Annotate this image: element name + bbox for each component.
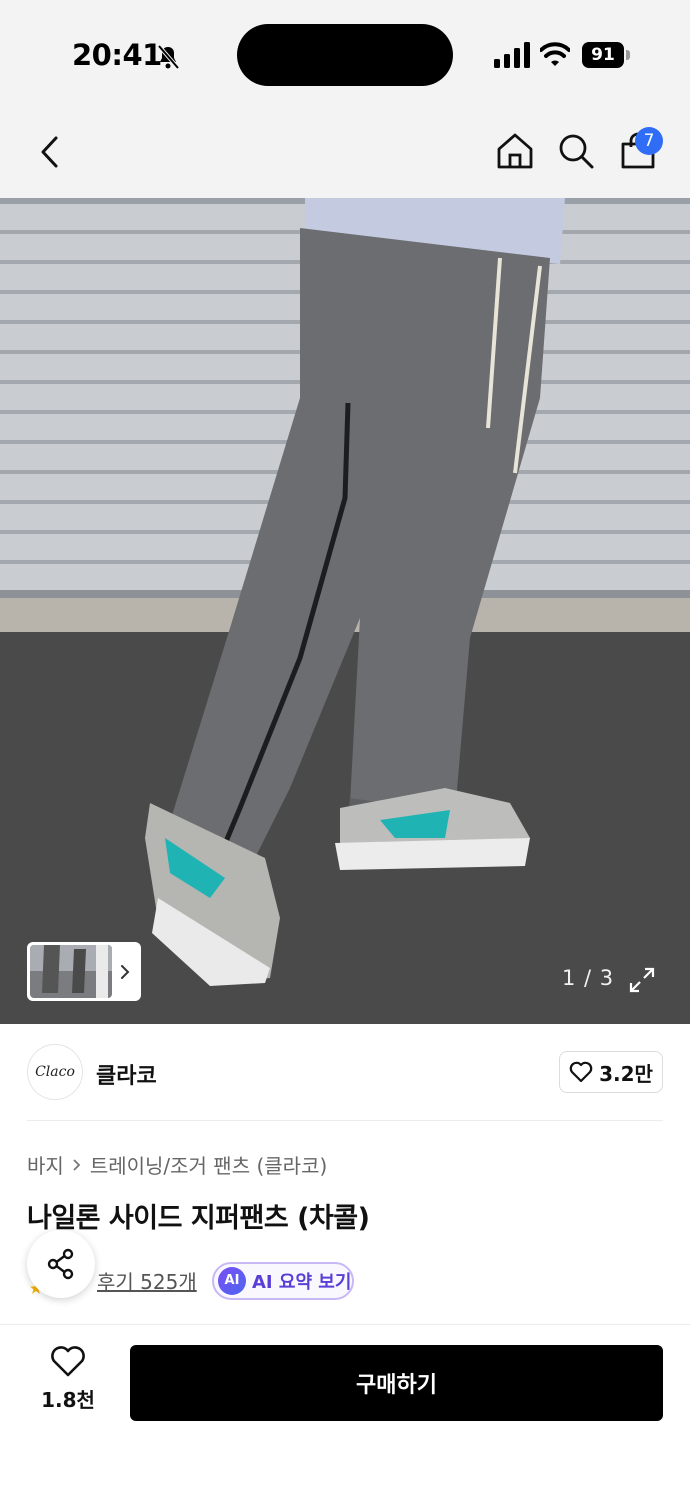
brand-like-count: 3.2만: [599, 1061, 653, 1086]
thumbnail-photo: [30, 945, 112, 998]
search-icon: [559, 134, 594, 169]
brand-logo[interactable]: Claco: [27, 1044, 83, 1100]
expand-icon[interactable]: [628, 966, 656, 994]
chevron-right-icon: [121, 964, 130, 979]
breadcrumb-subcategory[interactable]: 트레이닝/조거 팬츠 (클라코): [90, 1150, 327, 1179]
breadcrumb: 바지 트레이닝/조거 팬츠 (클라코): [27, 1150, 327, 1179]
buy-button[interactable]: 구매하기: [130, 1345, 663, 1421]
status-time: 20:41: [72, 38, 162, 72]
product-image[interactable]: [0, 198, 690, 1024]
heart-icon: [569, 1061, 593, 1083]
home-button[interactable]: [490, 126, 540, 176]
product-photo: [0, 198, 690, 1024]
status-bar: 20:41 91: [0, 0, 690, 110]
thumbnail-image[interactable]: [30, 945, 112, 998]
brand-row[interactable]: Claco 클라코 3.2만: [0, 1024, 690, 1120]
wishlist-count: 1.8천: [41, 1388, 95, 1412]
image-counter: 1 / 3: [562, 966, 615, 990]
dynamic-island: [237, 24, 453, 86]
bell-muted-icon: [157, 44, 180, 70]
wishlist-button[interactable]: 1.8천: [28, 1346, 108, 1422]
wifi-icon: [540, 42, 570, 66]
search-button[interactable]: [551, 126, 601, 176]
share-button[interactable]: [27, 1230, 95, 1298]
cellular-signal-icon: [494, 42, 530, 68]
brand-like-button[interactable]: 3.2만: [559, 1051, 663, 1093]
breadcrumb-category[interactable]: 바지: [27, 1150, 64, 1179]
back-arrow-icon: [41, 136, 58, 168]
heart-icon: [51, 1346, 85, 1377]
cart-count-badge: 7: [635, 127, 663, 155]
back-button[interactable]: [24, 127, 74, 177]
product-page: 20:41 91 7 1 / 3 Claco 클라코 3.2만 바지 트레이닝/…: [0, 0, 690, 1500]
thumbnail-strip[interactable]: [27, 942, 141, 1001]
battery-tip: [626, 50, 630, 60]
thumbnail-next-icon[interactable]: [112, 945, 138, 998]
battery-level: 91: [582, 42, 624, 68]
top-nav: [0, 110, 690, 198]
ai-badge-icon: AI: [218, 1267, 246, 1295]
share-icon: [47, 1248, 74, 1280]
home-icon: [497, 133, 533, 169]
ai-summary-label: AI 요약 보기: [252, 1272, 352, 1293]
review-count-link[interactable]: 후기 525개: [97, 1266, 197, 1295]
brand-name[interactable]: 클라코: [96, 1058, 157, 1090]
divider: [27, 1120, 663, 1121]
ai-summary-button[interactable]: AI AI 요약 보기: [212, 1262, 354, 1300]
chevron-right-icon: [73, 1158, 81, 1171]
product-title: 나일론 사이드 지퍼팬츠 (차콜): [27, 1203, 370, 1234]
battery-icon: 91: [582, 42, 630, 68]
